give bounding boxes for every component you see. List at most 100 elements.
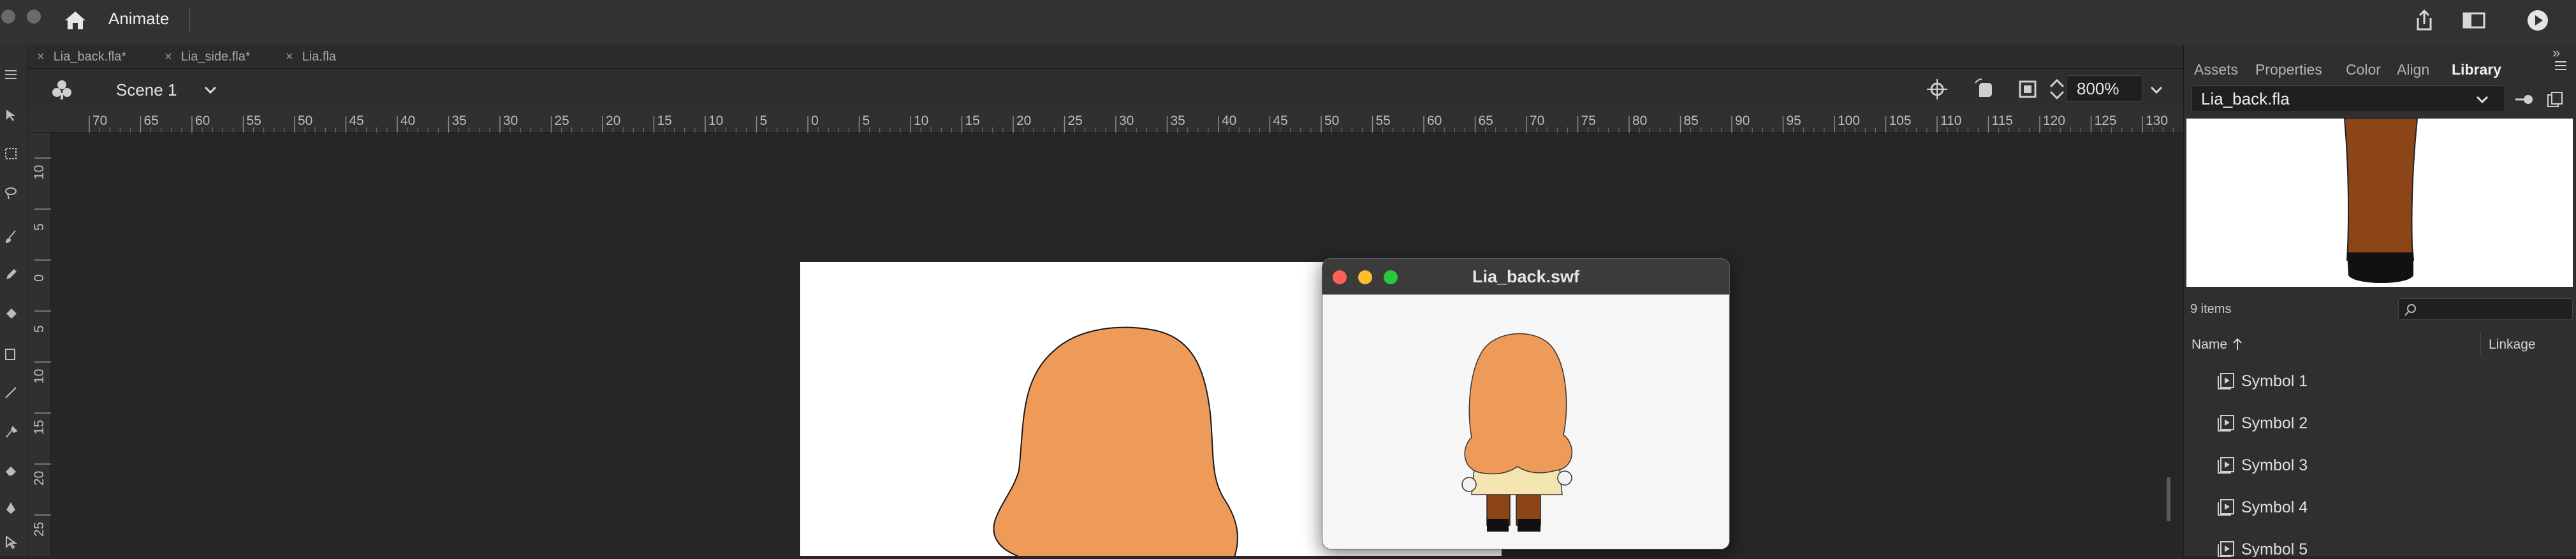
subselection-tool-icon[interactable] <box>4 535 18 549</box>
sort-ascending-icon[interactable] <box>2231 337 2244 351</box>
ruler-label: 0 <box>32 274 47 282</box>
vertical-scrollbar[interactable] <box>2167 477 2170 521</box>
ruler-label: 25 <box>555 113 569 128</box>
ruler-label: 10 <box>32 369 47 384</box>
ruler-label: 60 <box>1427 113 1442 128</box>
play-icon[interactable] <box>2525 8 2550 33</box>
movie-clip-icon <box>2218 541 2234 557</box>
rotate-stage-icon[interactable] <box>1973 78 1996 101</box>
library-item-count: 9 items <box>2190 302 2232 316</box>
ruler-label: 45 <box>349 113 364 128</box>
list-item[interactable]: Symbol 4 <box>2184 486 2576 528</box>
ruler-label: 40 <box>1222 113 1236 128</box>
ruler-label: 95 <box>1787 113 1801 128</box>
list-item[interactable]: Symbol 3 <box>2184 444 2576 486</box>
selection-tool-icon[interactable] <box>4 108 18 122</box>
center-stage-icon[interactable] <box>1926 78 1949 101</box>
tab-assets[interactable]: Assets <box>2194 61 2238 78</box>
new-library-panel-icon[interactable] <box>2546 91 2564 108</box>
library-search-input[interactable] <box>2398 298 2573 320</box>
window-close-button[interactable] <box>1 10 15 24</box>
ruler-label: 100 <box>1838 113 1860 128</box>
ruler-label: 20 <box>32 471 47 486</box>
close-icon[interactable]: × <box>165 50 172 64</box>
ruler-label: 15 <box>965 113 980 128</box>
swf-window-title: Lia_back.swf <box>1472 267 1580 286</box>
movie-clip-icon <box>2218 457 2234 474</box>
list-item[interactable]: Symbol 1 <box>2184 359 2576 402</box>
ruler-label: 25 <box>32 522 47 537</box>
tab-align[interactable]: Align <box>2397 61 2429 78</box>
brush-tool-icon[interactable] <box>4 229 18 243</box>
window-minimize-button[interactable] <box>27 10 41 24</box>
ruler-label: 115 <box>1992 113 2013 128</box>
ruler-label: 40 <box>400 113 415 128</box>
chevron-down-icon[interactable] <box>2149 84 2164 96</box>
app-bar: Animate <box>0 0 2576 45</box>
stage[interactable] <box>51 133 2183 556</box>
close-icon[interactable]: × <box>286 50 293 64</box>
name-column-header[interactable]: Name <box>2192 337 2227 352</box>
ruler-label: 70 <box>92 113 107 128</box>
rectangle-tool-icon[interactable] <box>4 347 18 361</box>
ruler-label: 10 <box>914 113 928 128</box>
panel-menu-icon[interactable] <box>4 68 18 82</box>
library-file-select[interactable]: Lia_back.fla <box>2192 85 2505 112</box>
clip-content-icon[interactable] <box>2016 78 2039 101</box>
pin-library-icon[interactable] <box>2514 92 2536 107</box>
ruler-label: 80 <box>1632 113 1647 128</box>
ruler-label: 75 <box>1581 113 1596 128</box>
pen-tool-icon[interactable] <box>4 501 18 515</box>
list-item-label: Symbol 4 <box>2241 498 2308 516</box>
chevron-down-icon[interactable] <box>203 84 218 96</box>
tab-lia[interactable]: × Lia.fla <box>286 45 336 69</box>
zoom-stepper-icon[interactable] <box>2045 78 2068 101</box>
pencil-tool-icon[interactable] <box>4 268 18 282</box>
paint-bucket-tool-icon[interactable] <box>4 307 18 321</box>
linkage-column-header[interactable]: Linkage <box>2489 337 2536 352</box>
list-item[interactable]: Symbol 5 <box>2184 528 2576 557</box>
scene-selector[interactable]: Scene 1 <box>116 80 177 100</box>
line-tool-icon[interactable] <box>4 385 18 399</box>
document-tabs: × Lia_back.fla* × Lia_side.fla* × Lia.fla <box>28 45 2183 69</box>
tab-color[interactable]: Color <box>2346 61 2381 78</box>
close-icon[interactable]: × <box>37 50 45 64</box>
ruler-label: 65 <box>144 113 159 128</box>
ruler-label: 60 <box>195 113 210 128</box>
panel-tabs: Assets Properties Color Align Library <box>2184 56 2576 82</box>
ruler-label: 50 <box>1324 113 1339 128</box>
list-item-label: Symbol 3 <box>2241 456 2308 474</box>
list-item-label: Symbol 2 <box>2241 414 2308 432</box>
ruler-label: 5 <box>32 223 47 231</box>
list-item[interactable]: Symbol 2 <box>2184 402 2576 444</box>
home-icon[interactable] <box>61 8 89 33</box>
horizontal-ruler: 70 65 60 55 50 45 40 35 30 25 20 15 10 5 0 5 10 15 20 25 30 3… <box>28 110 2184 133</box>
lasso-tool-icon[interactable] <box>4 186 18 200</box>
tab-lia-side[interactable]: × Lia_side.fla* <box>165 45 251 69</box>
app-title: Animate <box>108 9 170 28</box>
eraser-tool-icon[interactable] <box>4 463 18 477</box>
swf-titlebar[interactable]: Lia_back.swf <box>1322 259 1729 294</box>
workspace-icon[interactable] <box>2461 8 2487 33</box>
tab-library[interactable]: Library <box>2452 61 2501 78</box>
share-icon[interactable] <box>2411 8 2437 33</box>
library-preview <box>2186 119 2573 287</box>
chevron-down-icon[interactable] <box>2475 94 2490 105</box>
character-hair-shape[interactable] <box>963 324 1256 556</box>
ruler-label: 15 <box>32 420 47 435</box>
ruler-label: 30 <box>1119 113 1134 128</box>
scene-icon <box>52 80 71 99</box>
ruler-label: 25 <box>1068 113 1083 128</box>
swf-content <box>1322 294 1729 549</box>
panel-menu-icon[interactable] <box>2554 60 2568 71</box>
library-item-list: Symbol 1 Symbol 2 Symbol 3 Symbol 4 Symb… <box>2184 359 2576 557</box>
tab-properties[interactable]: Properties <box>2255 61 2322 78</box>
tab-lia-back[interactable]: × Lia_back.fla* <box>37 45 126 69</box>
free-transform-tool-icon[interactable] <box>4 147 18 161</box>
ruler-label: 35 <box>1171 113 1185 128</box>
vertical-ruler: 10 5 0 5 10 15 20 25 <box>28 133 51 556</box>
eyedropper-tool-icon[interactable] <box>4 425 18 439</box>
swf-preview-window[interactable]: Lia_back.swf <box>1322 258 1730 549</box>
zoom-field[interactable]: 800% <box>2066 75 2142 102</box>
column-divider[interactable] <box>2480 332 2481 355</box>
